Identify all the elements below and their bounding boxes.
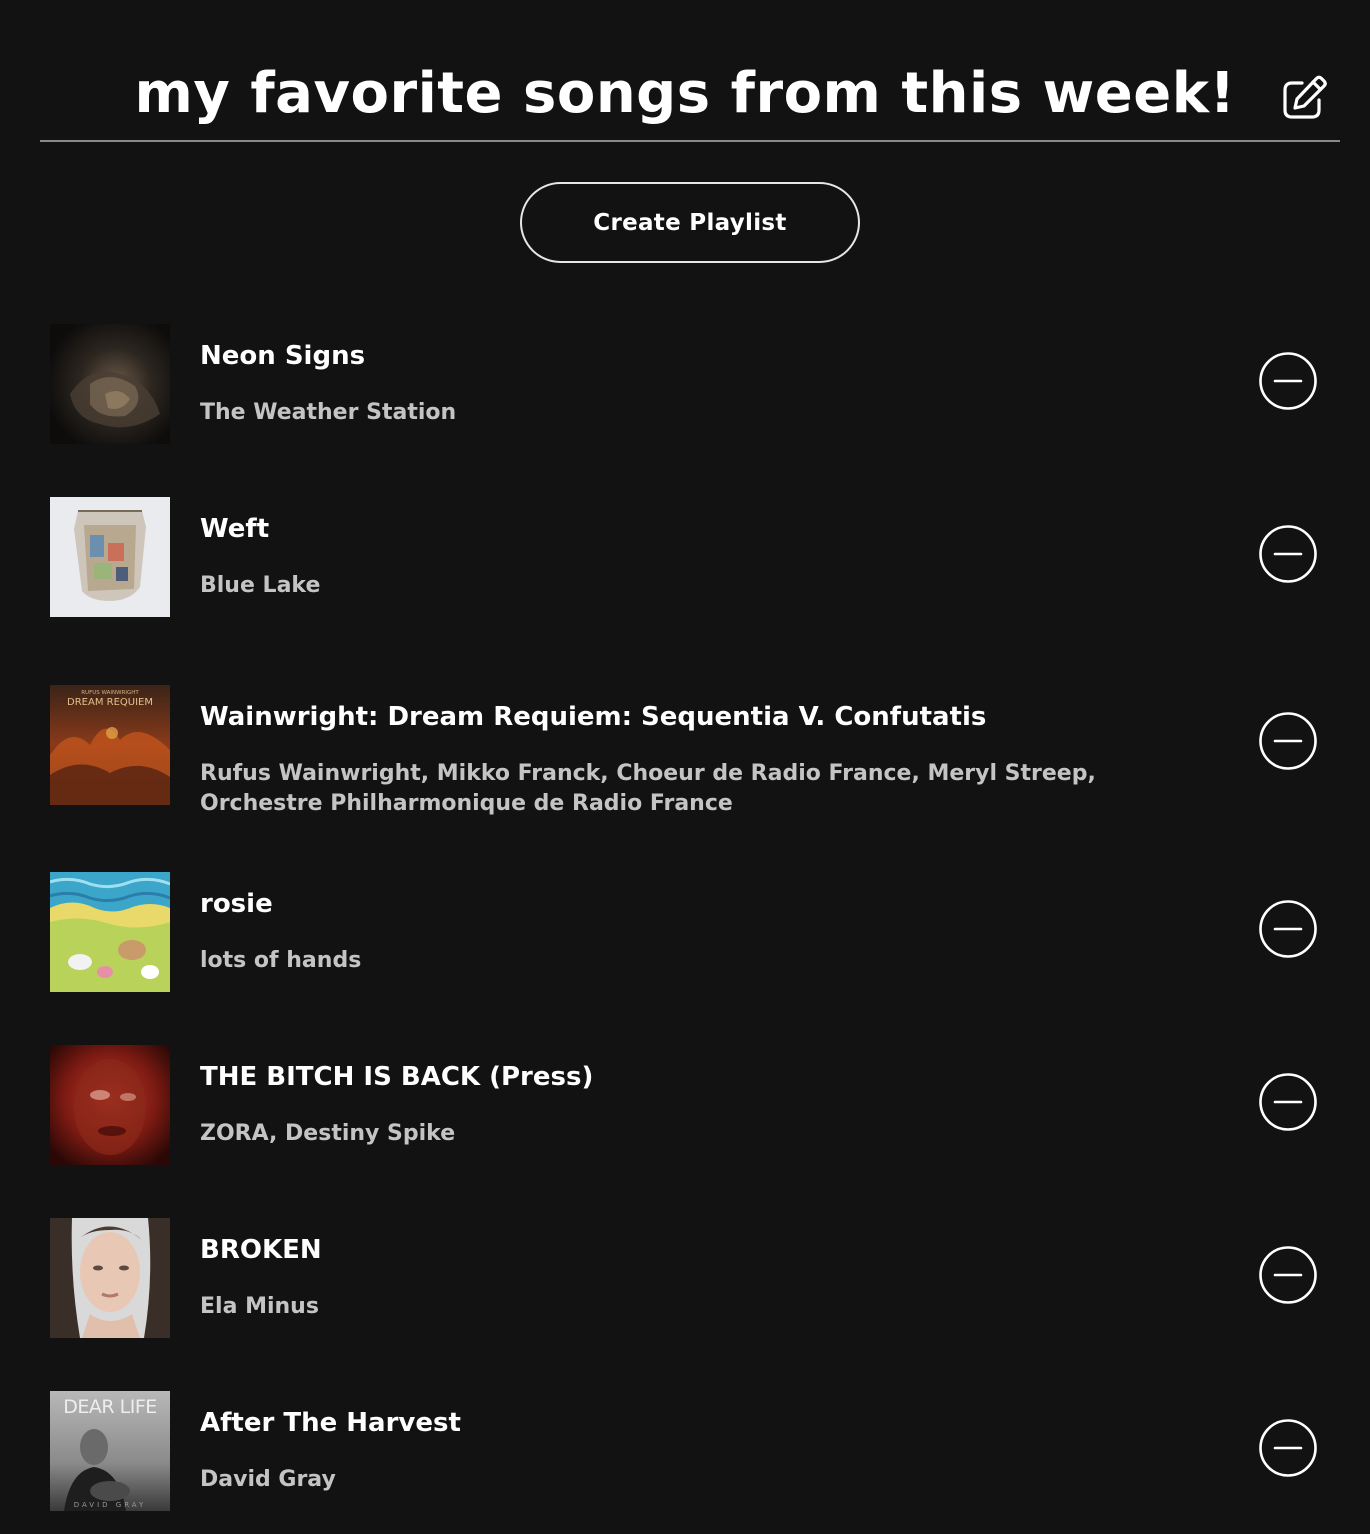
cover-text: RUFUS WAINWRIGHT	[81, 690, 139, 696]
track-row[interactable]: BROKEN Ela Minus	[50, 1218, 1340, 1338]
track-row[interactable]: rosie lots of hands	[50, 872, 1340, 992]
remove-track-button[interactable]	[1258, 524, 1318, 584]
cover-text: DAVID GRAY	[74, 1501, 147, 1509]
track-title: THE BITCH IS BACK (Press)	[200, 1062, 594, 1092]
track-artist: Blue Lake	[200, 573, 321, 598]
remove-track-button[interactable]	[1258, 711, 1318, 771]
album-cover	[50, 1045, 170, 1165]
track-artist: lots of hands	[200, 948, 362, 973]
track-list: Neon Signs The Weather Station Weft Blue…	[0, 0, 1370, 1534]
remove-track-button[interactable]	[1258, 1245, 1318, 1305]
track-row[interactable]: Neon Signs The Weather Station	[50, 324, 1340, 444]
track-title: Weft	[200, 514, 270, 544]
track-artist: Ela Minus	[200, 1294, 319, 1319]
minus-circle-icon	[1259, 712, 1317, 770]
track-artist: David Gray	[200, 1467, 336, 1492]
track-title: After The Harvest	[200, 1408, 461, 1438]
remove-track-button[interactable]	[1258, 899, 1318, 959]
minus-circle-icon	[1259, 900, 1317, 958]
remove-track-button[interactable]	[1258, 1072, 1318, 1132]
playlist-page: my favorite songs from this week! Create…	[0, 0, 1370, 1534]
track-row[interactable]: RUFUS WAINWRIGHT DREAM REQUIEM Wainwrigh…	[50, 685, 1340, 816]
minus-circle-icon	[1259, 525, 1317, 583]
track-title: Neon Signs	[200, 341, 366, 371]
track-title: BROKEN	[200, 1235, 322, 1265]
track-row[interactable]: Weft Blue Lake	[50, 497, 1340, 617]
cover-text: DREAM REQUIEM	[67, 697, 153, 708]
minus-circle-icon	[1259, 352, 1317, 410]
remove-track-button[interactable]	[1258, 1418, 1318, 1478]
album-cover	[50, 872, 170, 992]
album-cover: RUFUS WAINWRIGHT DREAM REQUIEM	[50, 685, 170, 805]
minus-circle-icon	[1259, 1246, 1317, 1304]
remove-track-button[interactable]	[1258, 351, 1318, 411]
track-artist: Rufus Wainwright, Mikko Franck, Choeur d…	[200, 761, 1096, 816]
album-cover	[50, 1218, 170, 1338]
track-artist: ZORA, Destiny Spike	[200, 1121, 456, 1146]
album-cover	[50, 324, 170, 444]
track-artist: The Weather Station	[200, 400, 457, 425]
minus-circle-icon	[1259, 1419, 1317, 1477]
cover-text: DEAR LIFE	[63, 1396, 157, 1418]
track-row[interactable]: THE BITCH IS BACK (Press) ZORA, Destiny …	[50, 1045, 1340, 1165]
album-cover: DEAR LIFE DAVID GRAY	[50, 1391, 170, 1511]
track-row[interactable]: DEAR LIFE DAVID GRAY After The Harvest D…	[50, 1391, 1340, 1511]
track-title: rosie	[200, 889, 273, 919]
minus-circle-icon	[1259, 1073, 1317, 1131]
album-cover	[50, 497, 170, 617]
track-title: Wainwright: Dream Requiem: Sequentia V. …	[200, 702, 987, 732]
